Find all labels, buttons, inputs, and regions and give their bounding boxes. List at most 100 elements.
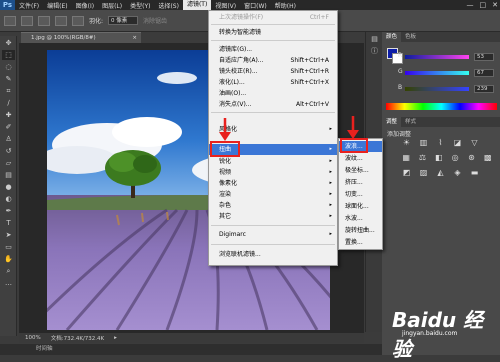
curves-icon[interactable]: ⌇ [436, 138, 445, 147]
channel-b-input[interactable]: 239 [474, 85, 494, 93]
invert-icon[interactable]: ◩ [402, 168, 411, 177]
brush-tool-icon[interactable]: ✐ [2, 122, 15, 132]
posterize-icon[interactable]: ▨ [419, 168, 428, 177]
marquee-tool-icon[interactable]: ⬚ [2, 50, 15, 60]
menu-item-noise[interactable]: 杂色 ▸ [209, 200, 337, 211]
dodge-tool-icon[interactable]: ◐ [2, 194, 15, 204]
submenu-item-polar[interactable]: 极坐标... [339, 165, 382, 176]
type-tool-icon[interactable]: T [2, 218, 15, 228]
tab-color[interactable]: 颜色 [382, 32, 402, 42]
zoom-level[interactable]: 100% [25, 335, 41, 341]
lasso-tool-icon[interactable]: ◌ [2, 62, 15, 72]
color-spectrum-bar[interactable] [386, 103, 497, 110]
menu-edit[interactable]: 编辑(E) [43, 1, 71, 10]
menu-select[interactable]: 选择(S) [154, 1, 183, 10]
blur-tool-icon[interactable]: ● [2, 182, 15, 192]
hue-saturation-icon[interactable]: ▦ [402, 153, 410, 162]
status-bar: 100% 文档:732.4K/732.4K ▸ [19, 333, 364, 343]
shape-tool-icon[interactable]: ▭ [2, 242, 15, 252]
submenu-item-spherize[interactable]: 球面化... [339, 201, 382, 212]
menu-item-liquify[interactable]: 液化(L)... Shift+Ctrl+X [209, 77, 337, 88]
channel-mixer-icon[interactable]: ⊛ [467, 153, 475, 162]
status-arrow-icon[interactable]: ▸ [114, 335, 117, 341]
document-info[interactable]: 文档:732.4K/732.4K [51, 334, 104, 342]
vibrance-icon[interactable]: ▽ [470, 138, 479, 147]
tab-swatches[interactable]: 色板 [401, 32, 420, 42]
submenu-item-pinch[interactable]: 挤压... [339, 177, 382, 188]
menu-item-oil-paint[interactable]: 油画(O)... [209, 88, 337, 99]
gradient-map-icon[interactable]: ▬ [470, 168, 479, 177]
feather-input[interactable]: 0 像素 [108, 16, 139, 25]
subtract-selection-button[interactable] [55, 15, 67, 26]
properties-panel-icon[interactable]: ⓘ [368, 46, 381, 56]
menu-separator [211, 24, 335, 25]
menu-filter[interactable]: 滤镜(T) [182, 0, 212, 10]
menu-image[interactable]: 图像(I) [72, 1, 98, 10]
antialias-checkbox[interactable]: 消除锯齿 [143, 16, 167, 25]
tab-styles[interactable]: 样式 [401, 117, 420, 127]
menu-item-digimarc[interactable]: Digimarc ▸ [209, 229, 337, 240]
menu-item-filter-gallery[interactable]: 滤镜库(G)... [209, 44, 337, 55]
levels-icon[interactable]: ▥ [419, 138, 428, 147]
brightness-icon[interactable]: ☀ [402, 138, 411, 147]
menu-item-convert-smart[interactable]: 转换为智能滤镜 [209, 27, 337, 38]
black-white-icon[interactable]: ◧ [435, 153, 443, 162]
healing-tool-icon[interactable]: ✚ [2, 110, 15, 120]
channel-r-input[interactable]: 53 [474, 53, 494, 61]
menu-item-lens-correction[interactable]: 镜头校正(R)... Shift+Ctrl+R [209, 66, 337, 77]
zoom-tool-icon[interactable]: ⌕ [2, 266, 15, 276]
color-balance-icon[interactable]: ⚖ [418, 153, 426, 162]
menu-item-sharpen[interactable]: 锐化 ▸ [209, 156, 337, 167]
hand-tool-icon[interactable]: ✋ [2, 254, 15, 264]
stamp-tool-icon[interactable]: ♙ [2, 134, 15, 144]
tab-adjustments[interactable]: 调整 [382, 117, 402, 127]
menu-item-vanishing-point[interactable]: 消失点(V)... Alt+Ctrl+V [209, 99, 337, 110]
channel-g-input[interactable]: 67 [474, 69, 494, 77]
new-selection-button[interactable] [21, 15, 33, 26]
path-select-tool-icon[interactable]: ➤ [2, 230, 15, 240]
menu-type[interactable]: 类型(Y) [126, 1, 154, 10]
eraser-tool-icon[interactable]: ▱ [2, 158, 15, 168]
crop-tool-icon[interactable]: ⌗ [2, 86, 15, 96]
menu-item-render[interactable]: 渲染 ▸ [209, 189, 337, 200]
gradient-tool-icon[interactable]: ▤ [2, 170, 15, 180]
history-brush-icon[interactable]: ↺ [2, 146, 15, 156]
menu-view[interactable]: 视图(V) [211, 1, 240, 10]
photo-filter-icon[interactable]: ◎ [451, 153, 459, 162]
add-selection-button[interactable] [38, 15, 50, 26]
menu-item-last-filter[interactable]: 上次滤镜操作(F) Ctrl+F [209, 12, 337, 23]
history-panel-icon[interactable]: ▤ [368, 34, 381, 44]
menu-item-browse-online[interactable]: 浏览联机滤镜... [209, 249, 337, 260]
menu-file[interactable]: 文件(F) [15, 1, 43, 10]
menu-item-adaptive-wide[interactable]: 自适应广角(A)... Shift+Ctrl+A [209, 55, 337, 66]
selective-color-icon[interactable]: ◈ [453, 168, 462, 177]
pen-tool-icon[interactable]: ✒ [2, 206, 15, 216]
submenu-item-shear[interactable]: 切变... [339, 189, 382, 200]
intersect-selection-button[interactable] [72, 15, 84, 26]
close-window-button[interactable]: ✕ [492, 1, 498, 9]
menu-help[interactable]: 帮助(H) [271, 1, 300, 10]
color-lookup-icon[interactable]: ▩ [484, 153, 492, 162]
eyedropper-tool-icon[interactable]: ∕ [2, 98, 15, 108]
submenu-item-ripple[interactable]: 波纹... [339, 153, 382, 164]
exposure-icon[interactable]: ◪ [453, 138, 462, 147]
submenu-item-twirl[interactable]: 旋转扭曲... [339, 225, 382, 236]
channel-b-slider[interactable] [405, 87, 469, 91]
menu-item-other[interactable]: 其它 ▸ [209, 211, 337, 222]
marquee-preset-button[interactable] [4, 15, 16, 26]
move-tool-icon[interactable]: ✥ [2, 38, 15, 48]
submenu-item-displace[interactable]: 置换... [339, 237, 382, 248]
menu-layer[interactable]: 图层(L) [98, 1, 126, 10]
channel-r-slider[interactable] [405, 55, 469, 59]
quick-select-tool-icon[interactable]: ✎ [2, 74, 15, 84]
menu-item-pixelate[interactable]: 像素化 ▸ [209, 178, 337, 189]
maximize-button[interactable]: □ [480, 1, 487, 9]
more-tools-icon[interactable]: … [2, 278, 15, 288]
minimize-button[interactable]: — [467, 1, 474, 9]
document-tab[interactable]: 1.jpg @ 100%(RGB/8#) × [21, 32, 141, 43]
channel-g-slider[interactable] [405, 71, 469, 75]
submenu-item-zigzag[interactable]: 水波... [339, 213, 382, 224]
menu-item-video[interactable]: 视频 ▸ [209, 167, 337, 178]
threshold-icon[interactable]: ◭ [436, 168, 445, 177]
menu-window[interactable]: 窗口(W) [240, 1, 271, 10]
